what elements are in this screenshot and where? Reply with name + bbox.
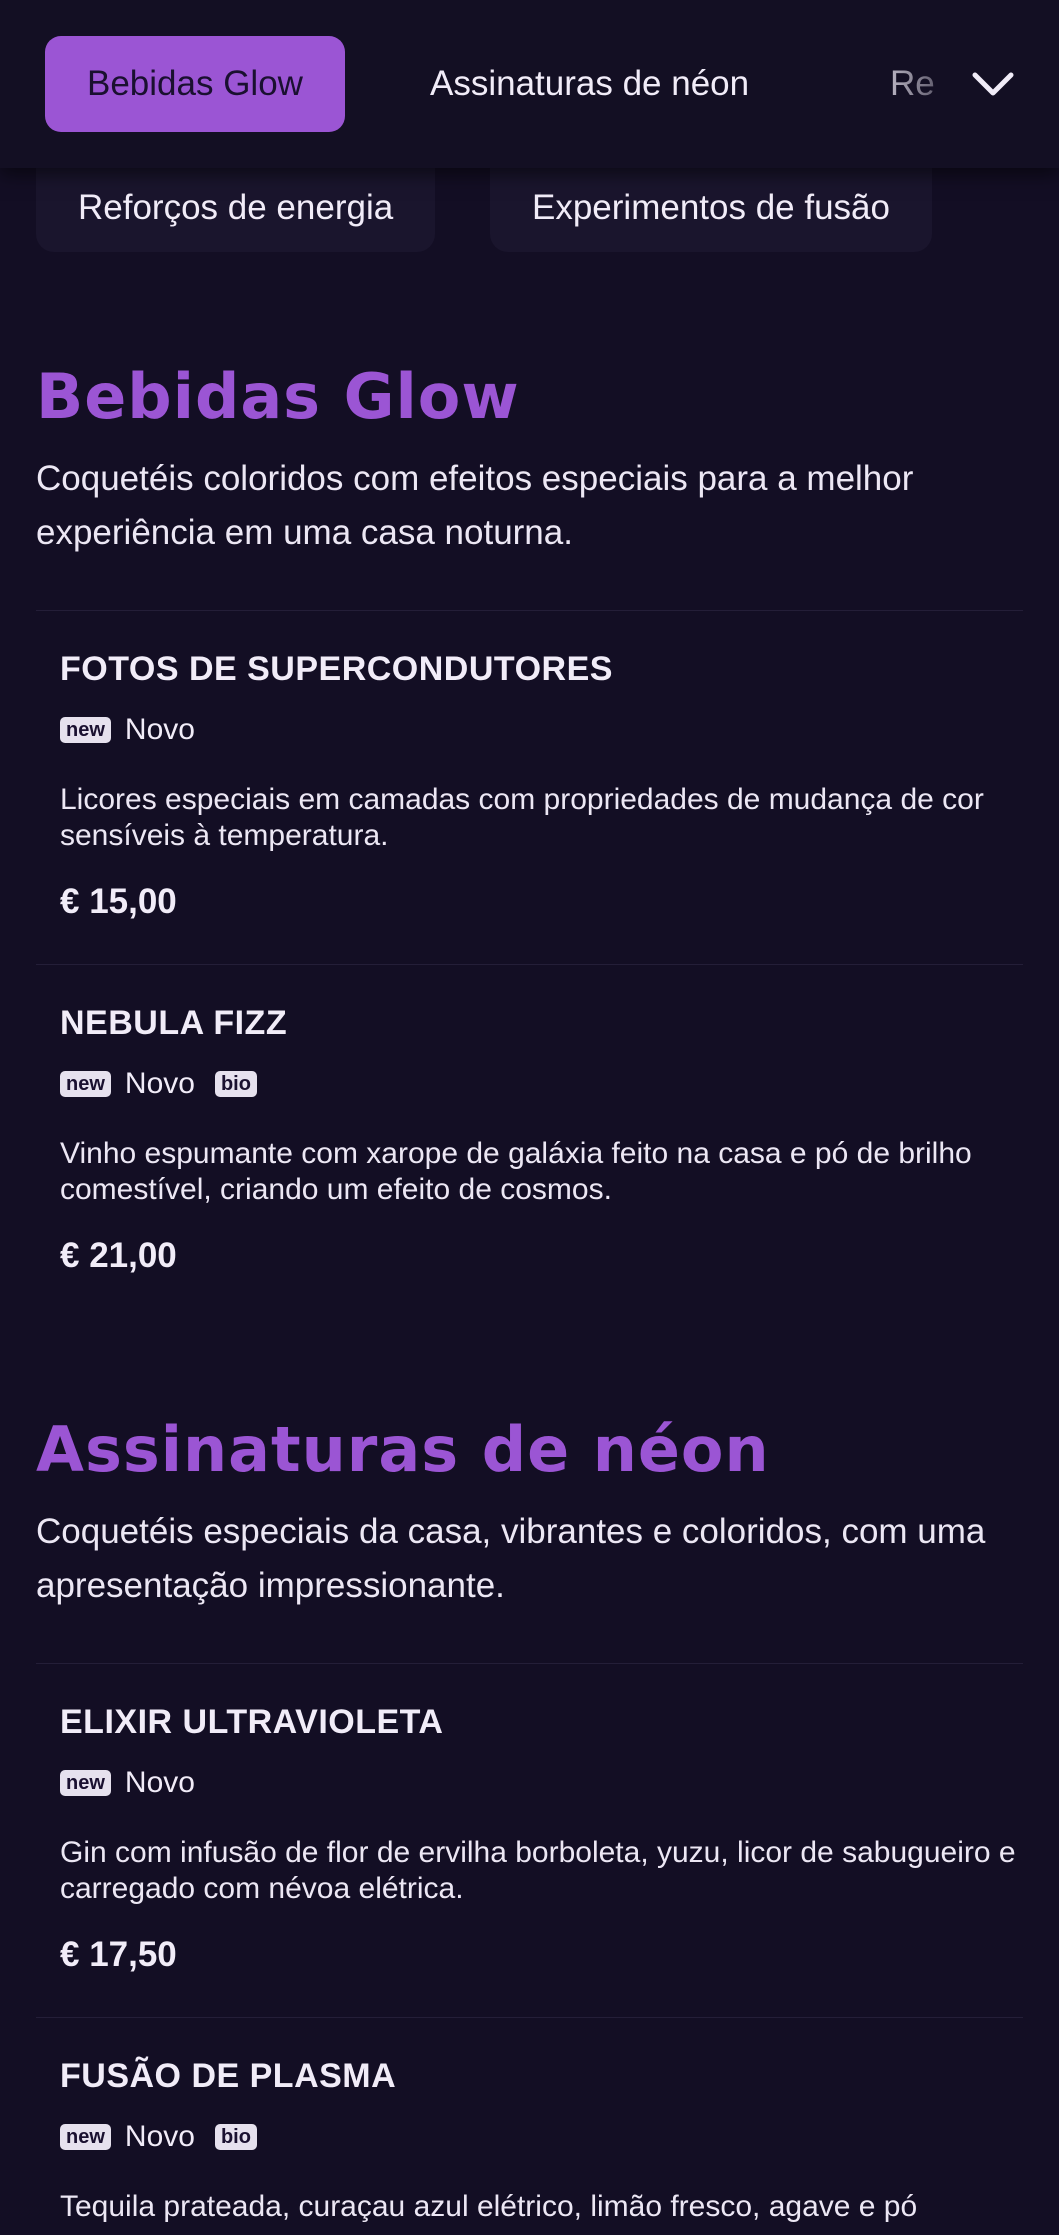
new-label: Novo — [124, 713, 195, 746]
item-description: Vinho espumante com xarope de galáxia fe… — [60, 1137, 972, 1206]
item-name: ELIXIR ULTRAVIOLETA — [60, 1703, 444, 1741]
tab-fade-overlay — [859, 0, 1059, 168]
new-badge: new — [60, 2124, 111, 2150]
new-badge: new — [60, 1071, 111, 1097]
item-description: Tequila prateada, curaçau azul elétrico,… — [60, 2190, 918, 2223]
item-tags: new Novo — [60, 1763, 215, 1803]
item-tags: new Novo bio — [60, 1064, 257, 1104]
new-label: Novo — [124, 2120, 195, 2153]
tab-assinaturas-de-neon[interactable]: Assinaturas de néon — [388, 36, 791, 132]
bio-badge: bio — [214, 1071, 257, 1097]
item-name: FUSÃO DE PLASMA — [60, 2057, 397, 2095]
divider — [36, 1663, 1023, 1664]
item-price: € 17,50 — [60, 1935, 177, 1974]
section-description: Coquetéis coloridos com efeitos especiai… — [36, 459, 914, 552]
new-label: Novo — [124, 1766, 195, 1799]
tab-bebidas-glow[interactable]: Bebidas Glow — [45, 36, 345, 132]
new-badge: new — [60, 1770, 111, 1796]
section-description: Coquetéis especiais da casa, vibrantes e… — [36, 1512, 986, 1605]
category-tab-bar: Bebidas Glow Assinaturas de néon Re — [0, 0, 1059, 168]
item-tags: new Novo bio — [60, 2117, 257, 2157]
item-description: Licores especiais em camadas com proprie… — [60, 783, 984, 852]
item-name: FOTOS DE SUPERCONDUTORES — [60, 650, 613, 688]
section-title: Assinaturas de néon — [36, 1413, 770, 1486]
divider — [36, 2017, 1023, 2018]
new-label: Novo — [124, 1067, 195, 1100]
divider — [36, 964, 1023, 965]
divider — [36, 610, 1023, 611]
bio-badge: bio — [214, 2124, 257, 2150]
item-description: Gin com infusão de flor de ervilha borbo… — [60, 1836, 1016, 1905]
section-title: Bebidas Glow — [36, 360, 520, 433]
item-name: NEBULA FIZZ — [60, 1004, 288, 1042]
item-price: € 15,00 — [60, 882, 177, 921]
chevron-down-icon[interactable] — [967, 58, 1019, 110]
new-badge: new — [60, 717, 111, 743]
item-tags: new Novo — [60, 710, 215, 750]
item-price: € 21,00 — [60, 1236, 177, 1275]
